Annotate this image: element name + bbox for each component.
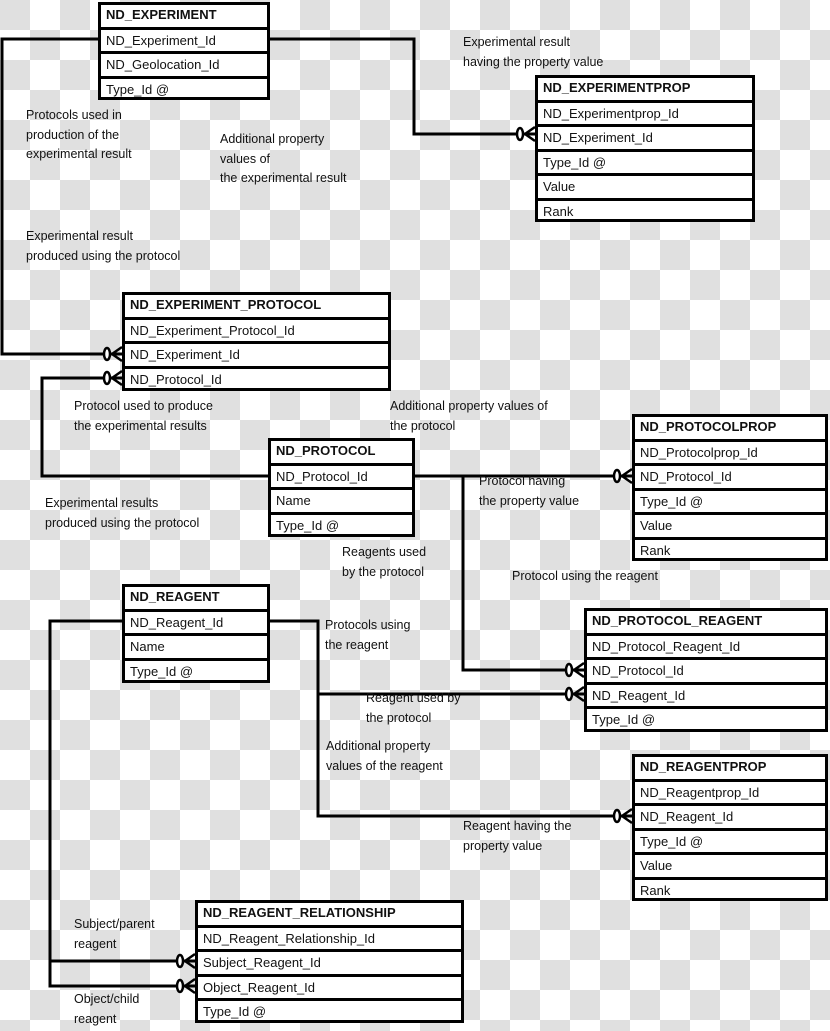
entity-title: ND_PROTOCOL — [276, 443, 376, 458]
field-type-id: Type_Id @ — [635, 487, 825, 512]
label-additional-prop-protocol: Additional property values of the protoc… — [390, 399, 548, 433]
field-nd-reagent-id: ND_Reagent_Id — [125, 609, 267, 633]
label-reagent-having-prop: Reagent having the property value — [463, 819, 572, 853]
label-reagent-used-by-protocol: Reagent used by the protocol — [366, 691, 461, 725]
zero-or-many-marker-icon — [175, 952, 196, 970]
field-nd-experiment-id: ND_Experiment_Id — [125, 341, 388, 365]
field-nd-geolocation-id: ND_Geolocation_Id — [101, 51, 267, 75]
label-reagents-used-by-protocol: Reagents used by the protocol — [342, 545, 427, 579]
entity-title: ND_REAGENT — [130, 589, 220, 604]
field-type-id: Type_Id @ — [635, 827, 825, 852]
field-rank: Rank — [635, 536, 825, 561]
field-nd-experimentprop-id: ND_Experimentprop_Id — [538, 100, 752, 124]
field-type-id: Type_Id @ — [538, 148, 752, 173]
field-type-id: Type_Id @ — [198, 998, 461, 1022]
field-type-id: Type_Id @ — [101, 75, 267, 100]
zero-or-many-marker-icon — [102, 369, 123, 387]
field-nd-protocol-id: ND_Protocol_Id — [125, 365, 388, 390]
field-nd-experiment-protocol-id: ND_Experiment_Protocol_Id — [125, 317, 388, 341]
entity-title: ND_PROTOCOLPROP — [640, 419, 777, 434]
field-value: Value — [635, 512, 825, 536]
zero-or-many-marker-icon — [612, 807, 633, 825]
field-nd-protocol-reagent-id: ND_Protocol_Reagent_Id — [587, 633, 825, 657]
label-exp-result-having-prop: Experimental result having the property … — [463, 35, 604, 69]
label-additional-prop-reagent: Additional property values of the reagen… — [326, 739, 443, 773]
field-nd-reagent-id: ND_Reagent_Id — [587, 681, 825, 706]
zero-or-many-marker-icon — [102, 345, 123, 363]
zero-or-many-marker-icon — [612, 467, 633, 485]
zero-or-many-marker-icon — [564, 661, 585, 679]
relationship-line-experiment-experiment-protocol — [0, 37, 108, 356]
field-object-reagent-id: Object_Reagent_Id — [198, 973, 461, 998]
label-protocols-used-in-production: Protocols used in production of the expe… — [26, 108, 132, 161]
entity-title: ND_REAGENT_RELATIONSHIP — [203, 905, 396, 920]
label-exp-results-produced-using-protocol: Experimental results produced using the … — [45, 496, 200, 530]
field-nd-experiment-id: ND_Experiment_Id — [101, 27, 267, 51]
field-name: Name — [125, 633, 267, 657]
entity-nd-experiment-protocol[interactable]: ND_EXPERIMENT_PROTOCOL ND_Experiment_Pro… — [122, 292, 391, 391]
field-type-id: Type_Id @ — [271, 511, 412, 536]
field-name: Name — [271, 487, 412, 511]
entity-nd-protocolprop[interactable]: ND_PROTOCOLPROP ND_Protocolprop_Id ND_Pr… — [632, 414, 828, 561]
field-value: Value — [538, 173, 752, 197]
zero-or-many-marker-icon — [175, 977, 196, 995]
field-nd-reagent-id: ND_Reagent_Id — [635, 803, 825, 827]
entity-nd-reagentprop[interactable]: ND_REAGENTPROP ND_Reagentprop_Id ND_Reag… — [632, 754, 828, 901]
entity-nd-experiment[interactable]: ND_EXPERIMENT ND_Experiment_Id ND_Geoloc… — [98, 2, 270, 100]
field-nd-protocol-id: ND_Protocol_Id — [271, 463, 412, 487]
field-nd-protocol-id: ND_Protocol_Id — [587, 657, 825, 681]
label-additional-prop-exp: Additional property values of the experi… — [220, 132, 347, 185]
relationship-line-reagent-protocol-reagent — [269, 619, 570, 696]
entity-title: ND_PROTOCOL_REAGENT — [592, 613, 763, 628]
label-subject-parent-reagent: Subject/parent reagent — [74, 917, 155, 951]
field-value: Value — [635, 852, 825, 876]
label-protocol-used-to-produce: Protocol used to produce the experimenta… — [74, 399, 213, 433]
field-type-id: Type_Id @ — [587, 706, 825, 730]
entity-title: ND_EXPERIMENT_PROTOCOL — [130, 297, 322, 312]
label-protocol-having-prop: Protocol having the property value — [479, 474, 580, 508]
field-nd-reagent-relationship-id: ND_Reagent_Relationship_Id — [198, 925, 461, 949]
entity-nd-reagent[interactable]: ND_REAGENT ND_Reagent_Id Name Type_Id @ — [122, 584, 270, 683]
entity-title: ND_REAGENTPROP — [640, 759, 767, 774]
entity-nd-protocol-reagent[interactable]: ND_PROTOCOL_REAGENT ND_Protocol_Reagent_… — [584, 608, 828, 732]
label-exp-result-produced-using-protocol: Experimental result produced using the p… — [26, 229, 181, 263]
field-nd-experiment-id: ND_Experiment_Id — [538, 124, 752, 148]
field-type-id: Type_Id @ — [125, 657, 267, 682]
field-rank: Rank — [538, 197, 752, 222]
entity-nd-protocol[interactable]: ND_PROTOCOL ND_Protocol_Id Name Type_Id … — [268, 438, 415, 537]
entity-nd-reagent-relationship[interactable]: ND_REAGENT_RELATIONSHIP ND_Reagent_Relat… — [195, 900, 464, 1023]
field-subject-reagent-id: Subject_Reagent_Id — [198, 949, 461, 973]
relationship-line-reagent-object — [48, 961, 181, 988]
field-nd-reagentprop-id: ND_Reagentprop_Id — [635, 779, 825, 803]
field-rank: Rank — [635, 876, 825, 901]
field-nd-protocolprop-id: ND_Protocolprop_Id — [635, 439, 825, 463]
label-protocol-using-reagent: Protocol using the reagent — [512, 569, 658, 583]
entity-title: ND_EXPERIMENTPROP — [543, 80, 691, 95]
zero-or-many-marker-icon — [564, 685, 585, 703]
label-protocols-using-reagent: Protocols using the reagent — [325, 618, 411, 652]
entity-nd-experimentprop[interactable]: ND_EXPERIMENTPROP ND_Experimentprop_Id N… — [535, 75, 755, 222]
zero-or-many-marker-icon — [515, 125, 536, 143]
entity-title: ND_EXPERIMENT — [106, 7, 217, 22]
field-nd-protocol-id: ND_Protocol_Id — [635, 463, 825, 487]
label-object-child-reagent: Object/child reagent — [74, 992, 140, 1026]
